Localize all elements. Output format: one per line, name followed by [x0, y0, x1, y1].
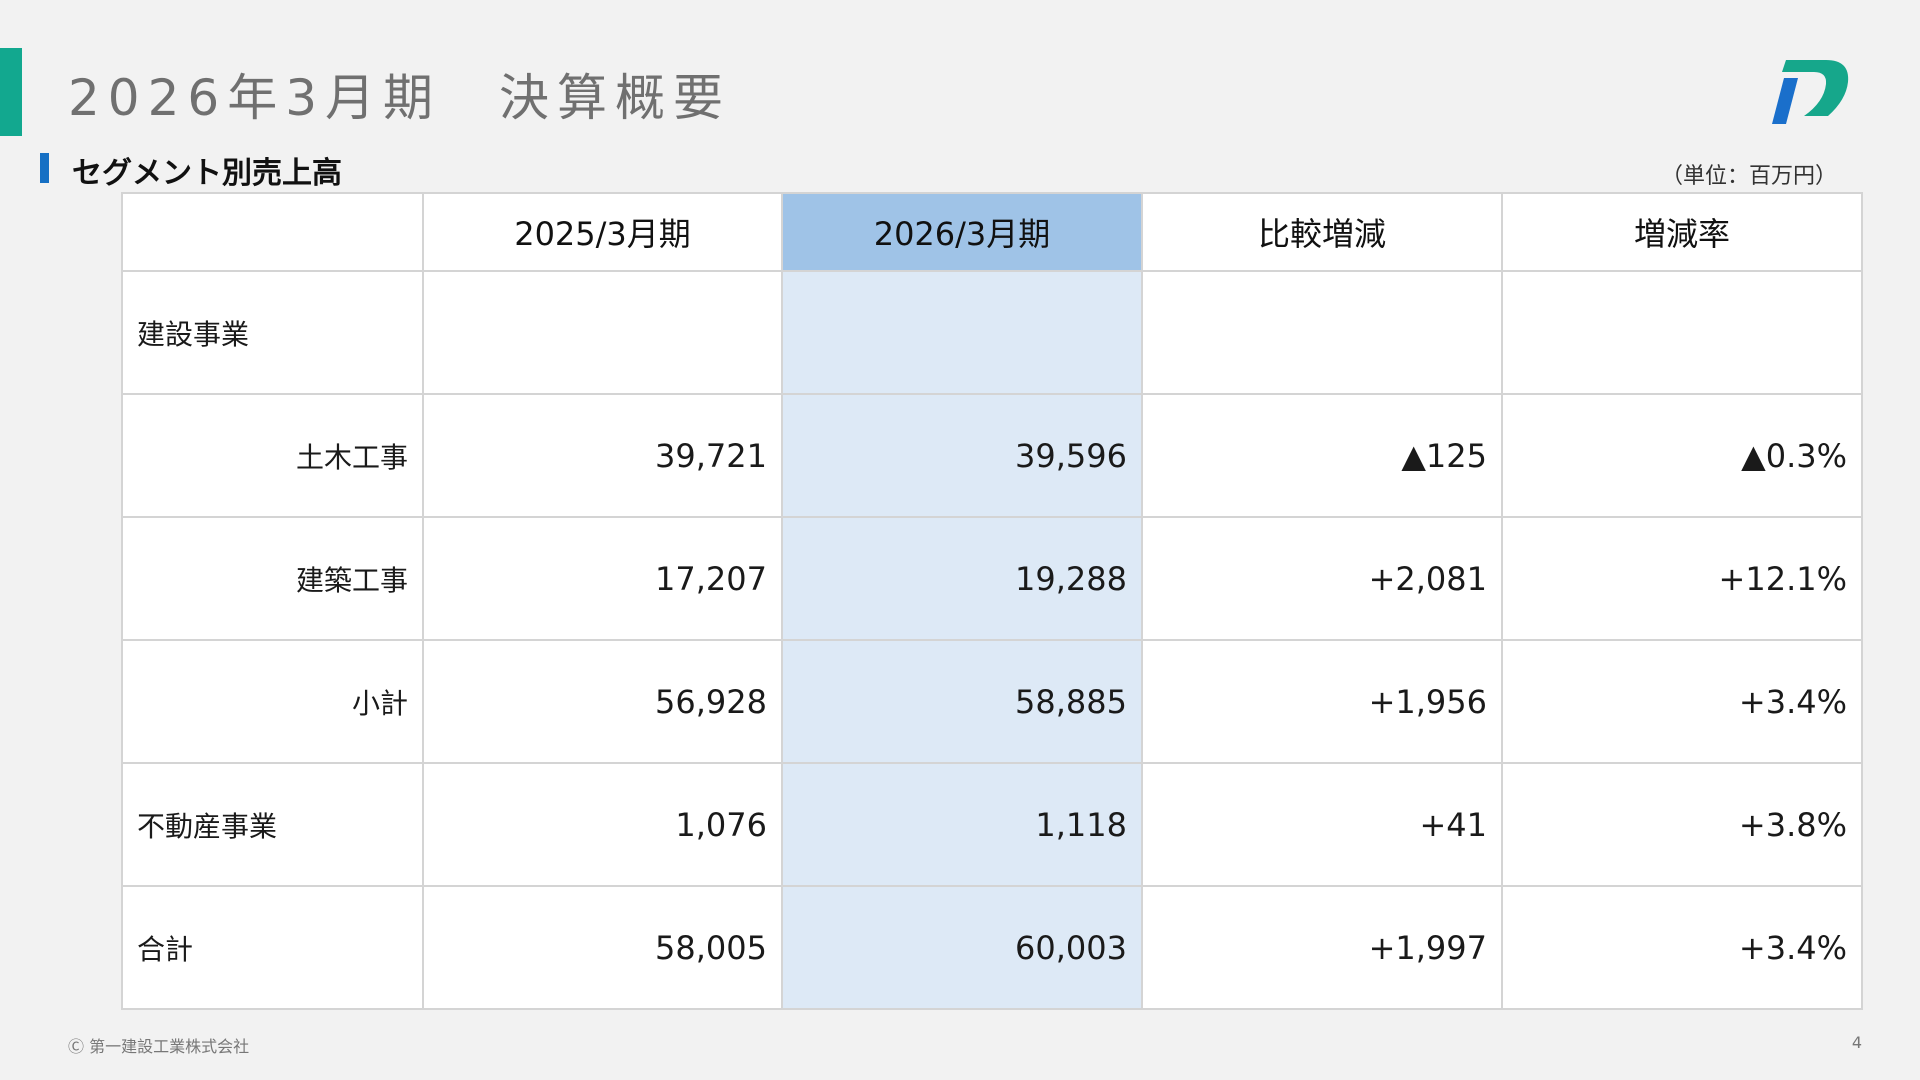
row-label: 土木工事 — [121, 393, 424, 518]
cell-change-rate — [1501, 270, 1863, 395]
table-row: 小計 56,928 58,885 +1,956 +3.4% — [121, 639, 1863, 764]
table-row: 不動産事業 1,076 1,118 +41 +3.8% — [121, 762, 1863, 887]
row-label: 小計 — [121, 639, 424, 764]
company-logo-icon — [1772, 60, 1849, 124]
header-fy2025: 2025/3月期 — [422, 192, 783, 272]
cell-change-rate: +3.4% — [1501, 639, 1863, 764]
header-blank — [121, 192, 424, 272]
row-label: 建設事業 — [121, 270, 424, 395]
row-label: 合計 — [121, 885, 424, 1010]
cell-change: +1,997 — [1141, 885, 1503, 1010]
footer-copyright: Ⓒ 第一建設工業株式会社 — [68, 1037, 250, 1056]
table-row: 合計 58,005 60,003 +1,997 +3.4% — [121, 885, 1863, 1010]
cell-fy2026: 19,288 — [781, 516, 1143, 641]
cell-fy2026 — [781, 270, 1143, 395]
cell-change-rate: ▲0.3% — [1501, 393, 1863, 518]
cell-fy2026: 39,596 — [781, 393, 1143, 518]
section-title: セグメント別売上高 — [72, 156, 342, 191]
cell-change — [1141, 270, 1503, 395]
cell-fy2025 — [422, 270, 783, 395]
cell-change-rate: +3.4% — [1501, 885, 1863, 1010]
row-label: 建築工事 — [121, 516, 424, 641]
cell-fy2025: 58,005 — [422, 885, 783, 1010]
cell-change: ▲125 — [1141, 393, 1503, 518]
cell-fy2026: 1,118 — [781, 762, 1143, 887]
table-header-row: 2025/3月期 2026/3月期 比較増減 増減率 — [121, 192, 1863, 272]
row-label: 不動産事業 — [121, 762, 424, 887]
header-change: 比較増減 — [1141, 192, 1503, 272]
cell-change: +2,081 — [1141, 516, 1503, 641]
header-change-rate: 増減率 — [1501, 192, 1863, 272]
title-accent-bar — [0, 48, 22, 136]
table-row: 土木工事 39,721 39,596 ▲125 ▲0.3% — [121, 393, 1863, 518]
cell-change: +1,956 — [1141, 639, 1503, 764]
cell-change: +41 — [1141, 762, 1503, 887]
cell-fy2026: 58,885 — [781, 639, 1143, 764]
cell-fy2026: 60,003 — [781, 885, 1143, 1010]
page-title: 2026年3月期 決算概要 — [68, 69, 732, 127]
section-marker — [40, 153, 49, 183]
cell-fy2025: 56,928 — [422, 639, 783, 764]
cell-fy2025: 1,076 — [422, 762, 783, 887]
cell-fy2025: 39,721 — [422, 393, 783, 518]
unit-note: （単位：百万円） — [1660, 164, 1837, 189]
table-row: 建設事業 — [121, 270, 1863, 395]
segment-sales-table: 2025/3月期 2026/3月期 比較増減 増減率 建設事業 土木工事 39,… — [121, 192, 1863, 1010]
cell-change-rate: +3.8% — [1501, 762, 1863, 887]
cell-change-rate: +12.1% — [1501, 516, 1863, 641]
page-number: 4 — [1851, 1033, 1862, 1052]
cell-fy2025: 17,207 — [422, 516, 783, 641]
table-row: 建築工事 17,207 19,288 +2,081 +12.1% — [121, 516, 1863, 641]
header-fy2026: 2026/3月期 — [781, 192, 1143, 272]
